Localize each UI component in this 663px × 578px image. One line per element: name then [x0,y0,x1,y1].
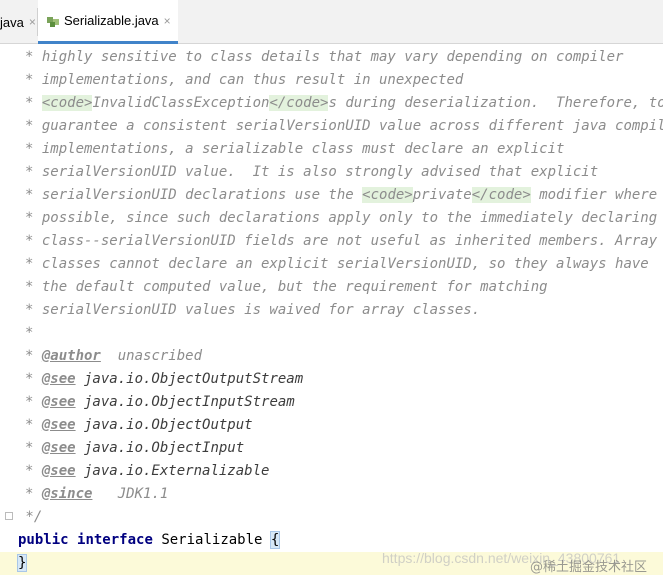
javadoc-tag[interactable]: @see [42,440,76,456]
javadoc-text: InvalidClassException [92,95,270,111]
javadoc-star: * [25,279,42,295]
javadoc-text: serialVersionUID declarations use the [41,187,363,203]
javadoc-text: possible, since such declarations apply … [41,210,658,226]
javadoc-star: * [25,348,42,364]
javadoc-text: implementations, a serializable class mu… [41,141,565,157]
javadoc-reference[interactable]: java.io.ObjectInputStream [76,394,295,410]
interface-name[interactable]: Serializable [161,532,262,548]
keyword-public: public [18,532,69,548]
html-code-tag: <code> [41,95,93,111]
html-code-tag: </code> [269,95,329,111]
tab-serializable-java[interactable]: Serializable.java × [38,0,178,44]
javadoc-star: * [25,49,42,65]
javadoc-text: highly sensitive to class details that m… [41,49,624,65]
javadoc-star: * [25,95,42,111]
javadoc-line: * @see java.io.ObjectInput [0,437,663,460]
javadoc-line: * @see java.io.ObjectOutputStream [0,368,663,391]
text-caret [26,554,28,572]
javadoc-line: * <code>InvalidClassException</code>s du… [0,92,663,115]
javadoc-line: * @author unascribed [0,345,663,368]
javadoc-text: classes cannot declare an explicit seria… [41,256,649,272]
javadoc-star: * [25,233,42,249]
open-brace: { [269,531,281,549]
html-code-tag: <code> [362,187,413,203]
javadoc-tag[interactable]: @see [42,371,76,387]
javadoc-text: JDK1.1 [92,486,169,502]
javadoc-tag[interactable]: @see [42,394,76,410]
tab-active-label: Serializable.java [64,13,159,28]
tab-previous-file[interactable]: java × [0,0,37,44]
javadoc-line: * the default computed value, but the re… [0,276,663,299]
javadoc-star: * [25,256,42,272]
javadoc-line: * possible, since such declarations appl… [0,207,663,230]
javadoc-text: the default computed value, but the requ… [41,279,548,295]
javadoc-reference[interactable]: java.io.ObjectOutputStream [76,371,303,387]
javadoc-text: serialVersionUID value. It is also stron… [41,164,599,180]
javadoc-star: * [25,371,42,387]
javadoc-text: guarantee a consistent serialVersionUID … [41,118,663,134]
javadoc-star: * [25,417,42,433]
javadoc-star: * [25,325,42,341]
javadoc-star: * [25,440,42,456]
javadoc-close: */ [17,509,43,525]
javadoc-line: * serialVersionUID value. It is also str… [0,161,663,184]
javadoc-tag[interactable]: @author [42,348,101,364]
javadoc-line: * highly sensitive to class details that… [0,46,663,69]
javadoc-line: * guarantee a consistent serialVersionUI… [0,115,663,138]
interface-declaration: public interface Serializable { [0,529,663,552]
javadoc-star: * [25,463,42,479]
tab-previous-close-icon[interactable]: × [29,15,36,29]
javadoc-reference[interactable]: java.io.ObjectOutput [76,417,253,433]
javadoc-star: * [25,141,42,157]
javadoc-text: unascribed [100,348,203,364]
tab-previous-label: java [0,14,24,30]
javadoc-reference[interactable]: java.io.ObjectInput [76,440,244,456]
java-interface-icon [46,14,60,28]
javadoc-line: * serialVersionUID values is waived for … [0,299,663,322]
javadoc-text: s during deserialization. Therefore, to [328,95,663,111]
javadoc-tag[interactable]: @see [42,463,76,479]
javadoc-star: * [25,187,42,203]
close-brace: } [16,554,28,572]
javadoc-line: * classes cannot declare an explicit ser… [0,253,663,276]
javadoc-text: modifier where [530,187,658,203]
javadoc-line: * serialVersionUID declarations use the … [0,184,663,207]
javadoc-tag[interactable]: @see [42,417,76,433]
javadoc-tag[interactable]: @since [42,486,93,502]
keyword-interface: interface [77,532,153,548]
javadoc-text: private [412,187,472,203]
javadoc-text: implementations, and can thus result in … [41,72,464,88]
javadoc-line: * implementations, a serializable class … [0,138,663,161]
javadoc-line: * @see java.io.ObjectInputStream [0,391,663,414]
javadoc-line: * [0,322,663,345]
javadoc-text: serialVersionUID values is waived for ar… [41,302,481,318]
javadoc-line: * class--serialVersionUID fields are not… [0,230,663,253]
javadoc-star: * [25,210,42,226]
javadoc-star: * [25,72,42,88]
javadoc-star: * [25,118,42,134]
javadoc-line: * @see java.io.Externalizable [0,460,663,483]
editor-tab-bar: java × Serializable.java × [0,0,663,44]
javadoc-star: * [25,486,42,502]
javadoc-star: * [25,302,42,318]
html-code-tag: </code> [471,187,531,203]
javadoc-star: * [25,164,42,180]
javadoc-reference[interactable]: java.io.Externalizable [76,463,269,479]
javadoc-line: * @see java.io.ObjectOutput [0,414,663,437]
javadoc-star: * [25,394,42,410]
watermark-community: @稀土掘金技术社区 [530,560,648,575]
tab-active-close-icon[interactable]: × [164,14,171,28]
javadoc-line: * @since JDK1.1 [0,483,663,506]
javadoc-text: class--serialVersionUID fields are not u… [41,233,658,249]
javadoc-line: * implementations, and can thus result i… [0,69,663,92]
